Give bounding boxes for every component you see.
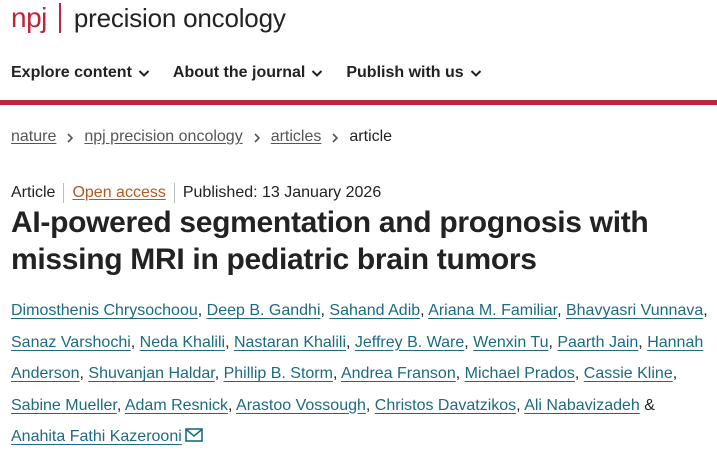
- author-separator: ,: [116, 396, 125, 414]
- mail-icon[interactable]: [184, 422, 203, 442]
- nav-about-the-journal[interactable]: About the journal: [173, 64, 324, 82]
- author-link[interactable]: Christos Davatzikos: [375, 397, 516, 414]
- chevron-right-icon: [331, 131, 339, 143]
- chevron-down-icon: [310, 66, 324, 80]
- nav-item-label: About the journal: [172, 64, 306, 81]
- chevron-down-icon: [137, 66, 151, 80]
- author-link[interactable]: Adam Resnick: [125, 397, 228, 414]
- meta-divider: [63, 183, 65, 203]
- logo-divider: [58, 3, 61, 33]
- author-separator: ,: [346, 333, 355, 351]
- nav-explore-content[interactable]: Explore content: [11, 64, 151, 82]
- author-link[interactable]: Wenxin Tu: [473, 334, 548, 351]
- author-separator: ,: [365, 396, 375, 414]
- logo-brand: npj: [11, 2, 47, 33]
- breadcrumb-articles[interactable]: articles: [271, 128, 322, 146]
- header-divider: [0, 100, 717, 105]
- journal-logo[interactable]: npj precision oncology: [11, 2, 286, 34]
- chevron-down-icon: [469, 66, 483, 80]
- author-separator: ,: [464, 333, 474, 351]
- chevron-right-icon: [66, 131, 74, 143]
- author-link[interactable]: Cassie Kline: [584, 365, 673, 382]
- author-link[interactable]: Sanaz Varshochi: [11, 334, 131, 351]
- author-separator: ,: [516, 396, 525, 414]
- author-list: Dimosthenis Chrysochoou, Deep B. Gandhi,…: [11, 295, 711, 453]
- nav-item-label: Explore content: [11, 64, 132, 81]
- author-separator: ,: [574, 365, 584, 382]
- logo-journal-name: precision oncology: [73, 3, 286, 33]
- author-separator: ,: [332, 365, 341, 382]
- author-link[interactable]: Neda Khalili: [140, 334, 225, 351]
- article-meta: Article Open access Published: 13 Januar…: [11, 182, 381, 204]
- author-separator: ,: [703, 302, 708, 319]
- author-separator: ,: [638, 333, 648, 351]
- author-link[interactable]: Sabine Mueller: [11, 397, 117, 414]
- author-link[interactable]: Bhavyasri Vunnava: [566, 302, 703, 319]
- author-link[interactable]: Jeffrey B. Ware: [355, 334, 464, 351]
- author-link[interactable]: Sahand Adib: [329, 302, 420, 319]
- nav-item-label: Publish with us: [346, 64, 464, 81]
- main-nav: Explore content About the journal Publis…: [0, 58, 717, 88]
- breadcrumb-nature[interactable]: nature: [11, 128, 56, 146]
- article-title: AI-powered segmentation and prognosis wi…: [11, 206, 649, 276]
- nav-publish-with-us[interactable]: Publish with us: [346, 64, 482, 82]
- author-separator: ,: [557, 302, 566, 319]
- author-link[interactable]: Phillip B. Storm: [224, 365, 333, 382]
- author-separator: ,: [455, 365, 465, 382]
- site-header: npj precision oncology: [0, 0, 717, 40]
- author-link[interactable]: Deep B. Gandhi: [207, 302, 321, 319]
- author-link[interactable]: Michael Prados: [465, 365, 575, 382]
- author-separator: ,: [214, 365, 224, 382]
- author-link[interactable]: Ali Nabavizadeh: [524, 397, 640, 414]
- author-separator: ,: [420, 302, 429, 319]
- author-link[interactable]: Arastoo Vossough: [236, 397, 366, 414]
- author-link[interactable]: Ariana M. Familiar: [428, 302, 557, 319]
- author-separator: ,: [672, 365, 678, 382]
- author-separator: &: [639, 396, 655, 414]
- author-separator: ,: [228, 396, 237, 414]
- author-link[interactable]: Shuvanjan Haldar: [88, 365, 214, 382]
- published-date: Published: 13 January 2026: [182, 184, 382, 201]
- author-separator: ,: [130, 333, 140, 351]
- author-link[interactable]: Nastaran Khalili: [234, 334, 346, 351]
- breadcrumb: nature npj precision oncology articles a…: [11, 126, 392, 148]
- author-link[interactable]: Paarth Jain: [557, 334, 638, 351]
- author-link[interactable]: Andrea Franson: [341, 365, 456, 382]
- author-link[interactable]: Dimosthenis Chrysochoou: [11, 302, 198, 319]
- breadcrumb-current: article: [349, 128, 393, 145]
- author-separator: ,: [197, 302, 207, 319]
- author-link[interactable]: Anahita Fathi Kazerooni: [11, 428, 182, 445]
- article-type: Article: [11, 184, 56, 201]
- chevron-right-icon: [253, 131, 261, 143]
- open-access-link[interactable]: Open access: [72, 184, 165, 202]
- meta-divider: [173, 183, 175, 203]
- author-separator: ,: [225, 333, 234, 351]
- breadcrumb-journal[interactable]: npj precision oncology: [84, 128, 242, 146]
